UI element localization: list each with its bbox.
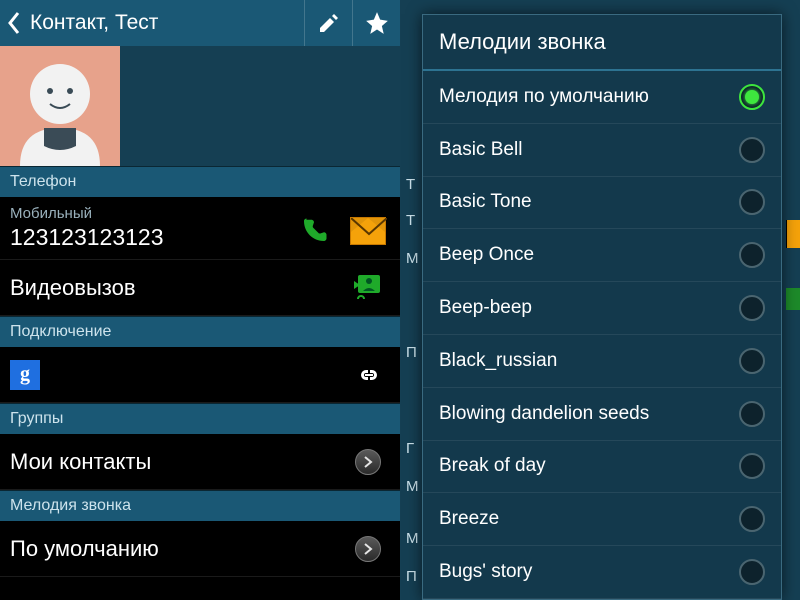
groups-row[interactable]: Мои контакты: [0, 434, 400, 490]
envelope-icon: [350, 217, 386, 245]
radio-icon: [739, 189, 765, 215]
ringtone-row[interactable]: По умолчанию: [0, 521, 400, 577]
ringtone-chevron: [346, 529, 390, 569]
section-groups: Группы: [0, 403, 400, 434]
peek-sms-icon: [786, 220, 800, 248]
ringtone-option[interactable]: Beep Once: [423, 229, 781, 282]
ringtone-option[interactable]: Мелодия по умолчанию: [423, 71, 781, 124]
section-phone: Телефон: [0, 166, 400, 197]
favorite-button[interactable]: [352, 0, 400, 46]
edit-button[interactable]: [304, 0, 352, 46]
sms-button[interactable]: [346, 211, 390, 251]
back-button[interactable]: [0, 11, 30, 35]
section-connection: Подключение: [0, 316, 400, 347]
section-ringtone: Мелодия звонка: [0, 490, 400, 521]
radio-icon: [739, 401, 765, 427]
phone-row[interactable]: Мобильный 123123123123: [0, 197, 400, 260]
ringtone-option[interactable]: Beep-beep: [423, 282, 781, 335]
contact-name: Контакт, Тест: [30, 11, 304, 35]
connection-row[interactable]: g: [0, 347, 400, 403]
radio-icon: [739, 295, 765, 321]
video-call-row[interactable]: Видеовызов: [0, 260, 400, 316]
ringtone-label: Basic Bell: [439, 139, 522, 161]
ringtone-label: Bugs' story: [439, 561, 532, 583]
radio-icon: [739, 453, 765, 479]
ringtone-option[interactable]: Basic Bell: [423, 124, 781, 177]
ringtone-list: Мелодия по умолчанию Basic Bell Basic Tone…: [423, 71, 781, 599]
contact-detail-screen: Контакт, Тест Телефон Мобильный: [0, 0, 400, 600]
call-button[interactable]: [292, 211, 336, 251]
radio-icon: [739, 137, 765, 163]
ringtone-label: Basic Tone: [439, 191, 532, 213]
ringtone-label: Beep-beep: [439, 297, 532, 319]
ringtone-label: Break of day: [439, 455, 546, 477]
header-bar: Контакт, Тест: [0, 0, 400, 46]
avatar-row: [0, 46, 400, 166]
ringtone-label: Мелодия по умолчанию: [439, 86, 649, 108]
ringtone-dialog: Мелодии звонка Мелодия по умолчанию Basic…: [422, 14, 782, 600]
ringtone-value: По умолчанию: [10, 536, 346, 562]
ringtone-option[interactable]: Black_russian: [423, 335, 781, 388]
ringtone-label: Beep Once: [439, 244, 534, 266]
dialog-title: Мелодии звонка: [423, 15, 781, 71]
radio-icon: [739, 506, 765, 532]
peek-video-icon: [786, 288, 800, 310]
google-icon: g: [10, 360, 40, 390]
phone-type-label: Мобильный: [10, 205, 164, 222]
ringtone-label: Breeze: [439, 508, 499, 530]
ringtone-option[interactable]: Blowing dandelion seeds: [423, 388, 781, 441]
ringtone-picker-screen: ТТМПГММП Мелодии звонка Мелодия по умолч…: [400, 0, 800, 600]
ringtone-label: Black_russian: [439, 350, 557, 372]
radio-icon: [739, 559, 765, 585]
video-call-label: Видеовызов: [10, 275, 346, 301]
phone-number: 123123123123: [10, 224, 164, 251]
ringtone-option[interactable]: Bugs' story: [423, 546, 781, 599]
link-icon: [346, 355, 390, 395]
groups-value: Мои контакты: [10, 449, 346, 475]
contact-avatar[interactable]: [0, 46, 120, 166]
ringtone-label: Blowing dandelion seeds: [439, 403, 649, 425]
radio-icon: [739, 242, 765, 268]
ringtone-option[interactable]: Break of day: [423, 441, 781, 494]
ringtone-option[interactable]: Breeze: [423, 493, 781, 546]
ringtone-option[interactable]: Basic Tone: [423, 177, 781, 230]
groups-chevron: [346, 442, 390, 482]
radio-icon: [739, 84, 765, 110]
radio-icon: [739, 348, 765, 374]
video-call-icon: [346, 268, 390, 308]
